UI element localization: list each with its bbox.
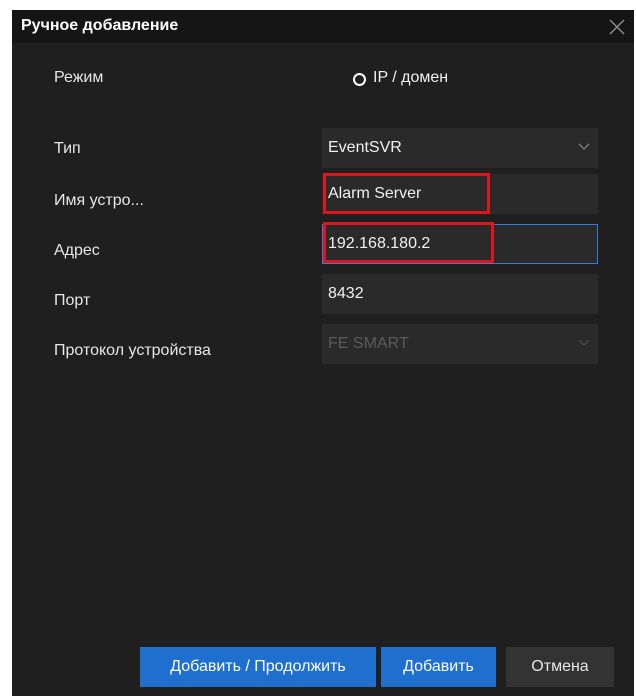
dialog-titlebar: Ручное добавление bbox=[12, 10, 634, 43]
type-label: Тип bbox=[54, 140, 81, 157]
port-label: Порт bbox=[54, 292, 91, 309]
close-button[interactable] bbox=[602, 12, 632, 42]
device-name-label: Имя устро... bbox=[54, 192, 144, 209]
device-name-input[interactable]: Alarm Server bbox=[322, 174, 598, 214]
device-name-value: Alarm Server bbox=[328, 185, 422, 202]
type-select[interactable]: EventSVR bbox=[322, 128, 598, 168]
mode-option-label: IP / домен bbox=[373, 69, 449, 86]
protocol-value: FE SMART bbox=[328, 335, 409, 352]
dialog-title: Ручное добавление bbox=[21, 17, 179, 34]
manual-add-dialog: Ручное добавление Режим IP / домен Тип E… bbox=[12, 10, 634, 696]
type-value: EventSVR bbox=[328, 139, 402, 156]
close-x-icon bbox=[609, 19, 625, 35]
mode-label: Режим bbox=[54, 69, 104, 86]
chevron-down-icon bbox=[578, 143, 590, 150]
protocol-label: Протокол устройства bbox=[54, 342, 211, 359]
chevron-down-icon bbox=[578, 339, 590, 346]
add-continue-button[interactable]: Добавить / Продолжить bbox=[140, 647, 376, 687]
cancel-button[interactable]: Отмена bbox=[506, 647, 614, 687]
port-value: 8432 bbox=[328, 285, 364, 302]
address-input[interactable]: 192.168.180.2 bbox=[322, 224, 598, 264]
address-label: Адрес bbox=[54, 242, 100, 259]
address-value: 192.168.180.2 bbox=[328, 235, 431, 252]
add-button[interactable]: Добавить bbox=[381, 647, 496, 687]
protocol-select: FE SMART bbox=[322, 324, 598, 364]
port-input[interactable]: 8432 bbox=[322, 274, 598, 314]
radio-selected-icon bbox=[353, 73, 366, 86]
